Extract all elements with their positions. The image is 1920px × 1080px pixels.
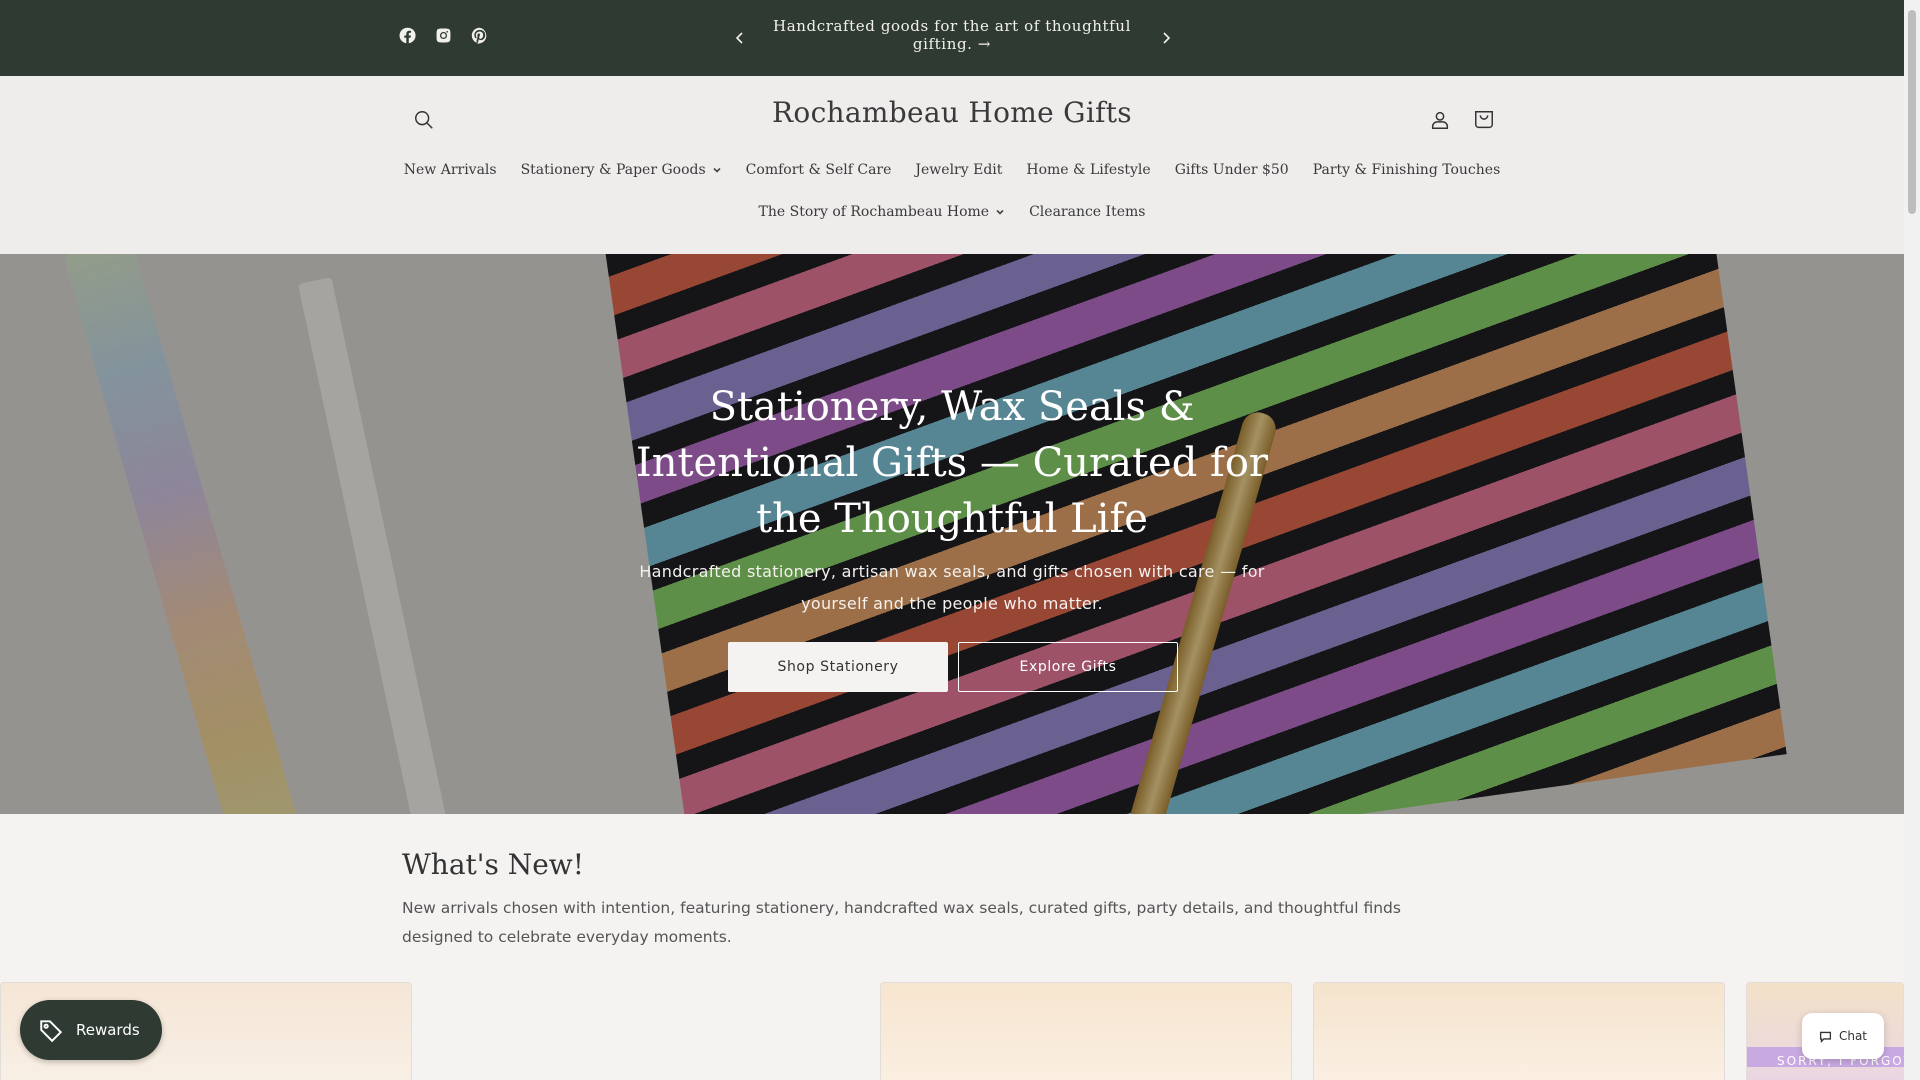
rewards-label: Rewards — [76, 1021, 140, 1039]
site-logo[interactable]: Rochambeau Home Gifts — [700, 96, 1204, 129]
nav-gifts-under-50[interactable]: Gifts Under $50 — [1175, 162, 1289, 178]
instagram-icon[interactable] — [434, 26, 452, 44]
whats-new-section: What's New! New arrivals chosen with int… — [0, 814, 1905, 1080]
hero-subtitle: Handcrafted stationery, artisan wax seal… — [639, 562, 1265, 613]
site-header: Rochambeau Home Gifts New Arrivals Stati… — [0, 76, 1904, 254]
chevron-down-icon — [713, 167, 721, 173]
tag-icon — [40, 1020, 63, 1043]
chevron-down-icon — [996, 209, 1004, 215]
nav-party-finishing[interactable]: Party & Finishing Touches — [1313, 162, 1501, 178]
main-nav-row-1: New Arrivals Stationery & Paper Goods Co… — [0, 162, 1904, 178]
search-icon[interactable] — [410, 106, 438, 134]
nav-story[interactable]: The Story of Rochambeau Home — [759, 204, 1006, 220]
announcement-prev-button[interactable] — [728, 26, 752, 50]
shop-stationery-button[interactable]: Shop Stationery — [728, 642, 948, 692]
announcement-bar: Handcrafted goods for the art of thought… — [0, 0, 1904, 76]
social-links — [398, 26, 488, 44]
hero-title: Stationery, Wax Seals & Intentional Gift… — [635, 384, 1269, 542]
page-scrollbar[interactable] — [1904, 0, 1920, 1080]
scrollbar-thumb[interactable] — [1908, 10, 1916, 214]
explore-gifts-button[interactable]: Explore Gifts — [958, 642, 1178, 692]
nav-new-arrivals[interactable]: New Arrivals — [404, 162, 497, 178]
announcement-text[interactable]: Handcrafted goods for the art of thought… — [770, 17, 1134, 53]
facebook-icon[interactable] — [398, 26, 416, 44]
main-nav-row-2: The Story of Rochambeau Home Clearance I… — [0, 204, 1904, 220]
nav-clearance[interactable]: Clearance Items — [1029, 204, 1145, 220]
chat-bubble-icon — [1819, 1031, 1831, 1043]
product-card[interactable] — [1313, 982, 1725, 1080]
nav-stationery[interactable]: Stationery & Paper Goods — [521, 162, 722, 178]
rewards-button[interactable]: Rewards — [20, 1000, 162, 1060]
pinterest-icon[interactable] — [470, 26, 488, 44]
announcement-next-button[interactable] — [1154, 26, 1178, 50]
chat-label: Chat — [1838, 1029, 1868, 1043]
account-icon[interactable] — [1426, 106, 1454, 134]
whats-new-title: What's New! — [402, 848, 585, 881]
cart-icon[interactable] — [1470, 106, 1498, 134]
nav-home-lifestyle[interactable]: Home & Lifestyle — [1026, 162, 1150, 178]
chat-button[interactable]: Chat — [1802, 1013, 1884, 1059]
product-card[interactable] — [880, 982, 1292, 1080]
nav-jewelry-edit[interactable]: Jewelry Edit — [915, 162, 1002, 178]
hero-banner: Stationery, Wax Seals & Intentional Gift… — [0, 254, 1904, 814]
nav-comfort-self-care[interactable]: Comfort & Self Care — [746, 162, 892, 178]
whats-new-description: New arrivals chosen with intention, feat… — [402, 899, 1401, 946]
